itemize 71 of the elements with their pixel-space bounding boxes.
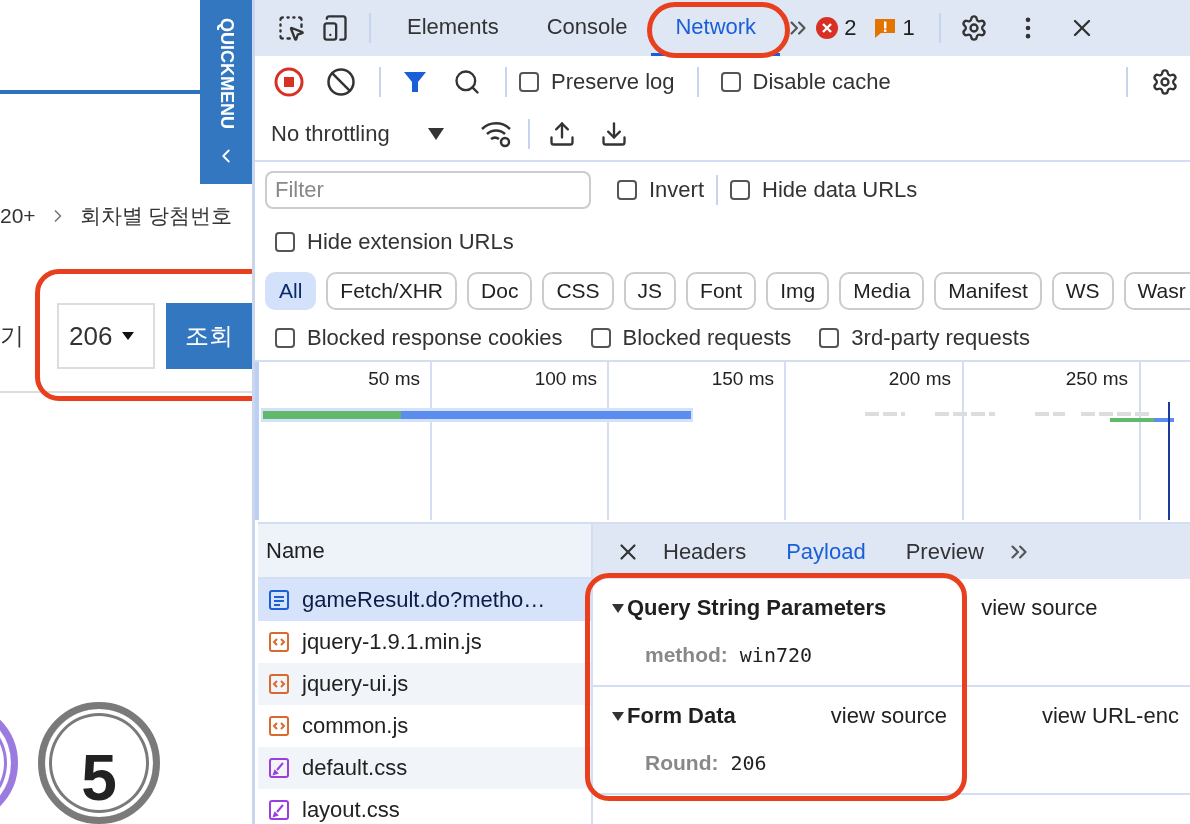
panel-tab[interactable]: Console — [522, 0, 652, 56]
detail-tab[interactable]: Payload — [766, 524, 886, 579]
type-filter-chip[interactable]: CSS — [542, 272, 614, 310]
checkbox[interactable]: Disable cache — [720, 69, 891, 95]
request-name: jquery-1.9.1.min.js — [302, 629, 482, 655]
section-title[interactable]: Query String Parameters — [627, 595, 887, 621]
param-value: win720 — [739, 643, 813, 667]
search-button[interactable]: 조회 — [166, 303, 252, 370]
quickmenu-bar[interactable]: QUICKMENU — [200, 0, 252, 185]
request-row[interactable]: default.css — [258, 747, 591, 789]
type-filter-chip[interactable]: Media — [839, 272, 925, 310]
document-icon — [268, 589, 290, 611]
request-name: layout.css — [302, 797, 400, 823]
request-row[interactable]: gameResult.do?metho… — [258, 579, 591, 621]
code-icon — [268, 673, 290, 695]
request-row[interactable]: jquery-ui.js — [258, 663, 591, 705]
type-filter-chip[interactable]: Fetch/XHR — [326, 272, 458, 310]
column-header[interactable]: Name — [258, 524, 591, 579]
view-link[interactable]: view source — [830, 703, 947, 729]
param-value: 206 — [730, 751, 767, 775]
checkbox[interactable]: Hide data URLs — [730, 177, 918, 203]
detail-tab[interactable]: Headers — [643, 524, 767, 579]
error-icon — [816, 17, 839, 39]
filter-field[interactable]: Filter — [265, 171, 591, 209]
time-tick-label: 150 ms — [710, 368, 775, 390]
breadcrumb-item[interactable]: 회차별 당첨번호 — [79, 202, 233, 231]
panel-tab[interactable]: Network — [651, 0, 781, 56]
type-filter-chip[interactable]: WS — [1051, 272, 1114, 310]
round-select[interactable]: 206 — [57, 303, 155, 370]
code-icon — [268, 631, 290, 653]
ball-number: 5 — [81, 741, 117, 815]
breadcrumb-item[interactable]: 20+ — [0, 204, 36, 229]
caret-icon — [122, 331, 135, 342]
request-name: common.js — [302, 713, 409, 739]
warning-icon — [874, 17, 897, 39]
time-tick-label: 100 ms — [533, 368, 598, 390]
checkbox[interactable]: Preserve log — [519, 69, 675, 95]
type-filter-chip[interactable]: Doc — [467, 272, 533, 310]
quickmenu-label: QUICKMENU — [215, 18, 237, 129]
error-count[interactable]: 2 — [816, 15, 857, 41]
type-filter-chip[interactable]: Manifest — [934, 272, 1042, 310]
caret-icon — [427, 128, 444, 140]
checkbox[interactable]: Hide extension URLs — [275, 229, 514, 255]
view-link[interactable]: view URL-enc — [1041, 703, 1179, 729]
caret-icon[interactable] — [611, 601, 625, 615]
round-label: 기 — [0, 321, 25, 352]
code-icon — [268, 715, 290, 737]
type-filter-chip[interactable]: Wasr — [1123, 272, 1190, 310]
param-key: method: — [645, 643, 728, 667]
checkbox[interactable]: Invert — [617, 177, 705, 203]
time-tick-label: 250 ms — [1064, 368, 1129, 390]
request-name: default.css — [302, 755, 408, 781]
time-tick-label: 200 ms — [887, 368, 952, 390]
type-filter-chip[interactable]: Font — [686, 272, 757, 310]
param-key: Round: — [645, 751, 719, 775]
checkbox[interactable]: Blocked response cookies — [275, 325, 563, 351]
view-link[interactable]: view source — [981, 595, 1098, 621]
type-filter-chip[interactable]: JS — [623, 272, 677, 310]
section-title[interactable]: Form Data — [627, 703, 736, 729]
type-filter-chip[interactable]: Img — [766, 272, 830, 310]
request-name: gameResult.do?metho… — [302, 587, 546, 613]
request-name: jquery-ui.js — [302, 671, 409, 697]
warning-count[interactable]: 1 — [874, 15, 915, 41]
panel-tab[interactable]: Elements — [383, 0, 523, 56]
checkbox[interactable]: Blocked requests — [590, 325, 792, 351]
time-tick-label: 50 ms — [367, 368, 421, 390]
checkbox[interactable]: 3rd-party requests — [819, 325, 1030, 351]
caret-icon[interactable] — [611, 709, 625, 723]
throttling-dropdown[interactable]: No throttling — [271, 121, 444, 147]
type-filter-chip[interactable]: All — [265, 272, 317, 310]
detail-tab[interactable]: Preview — [885, 524, 1004, 579]
